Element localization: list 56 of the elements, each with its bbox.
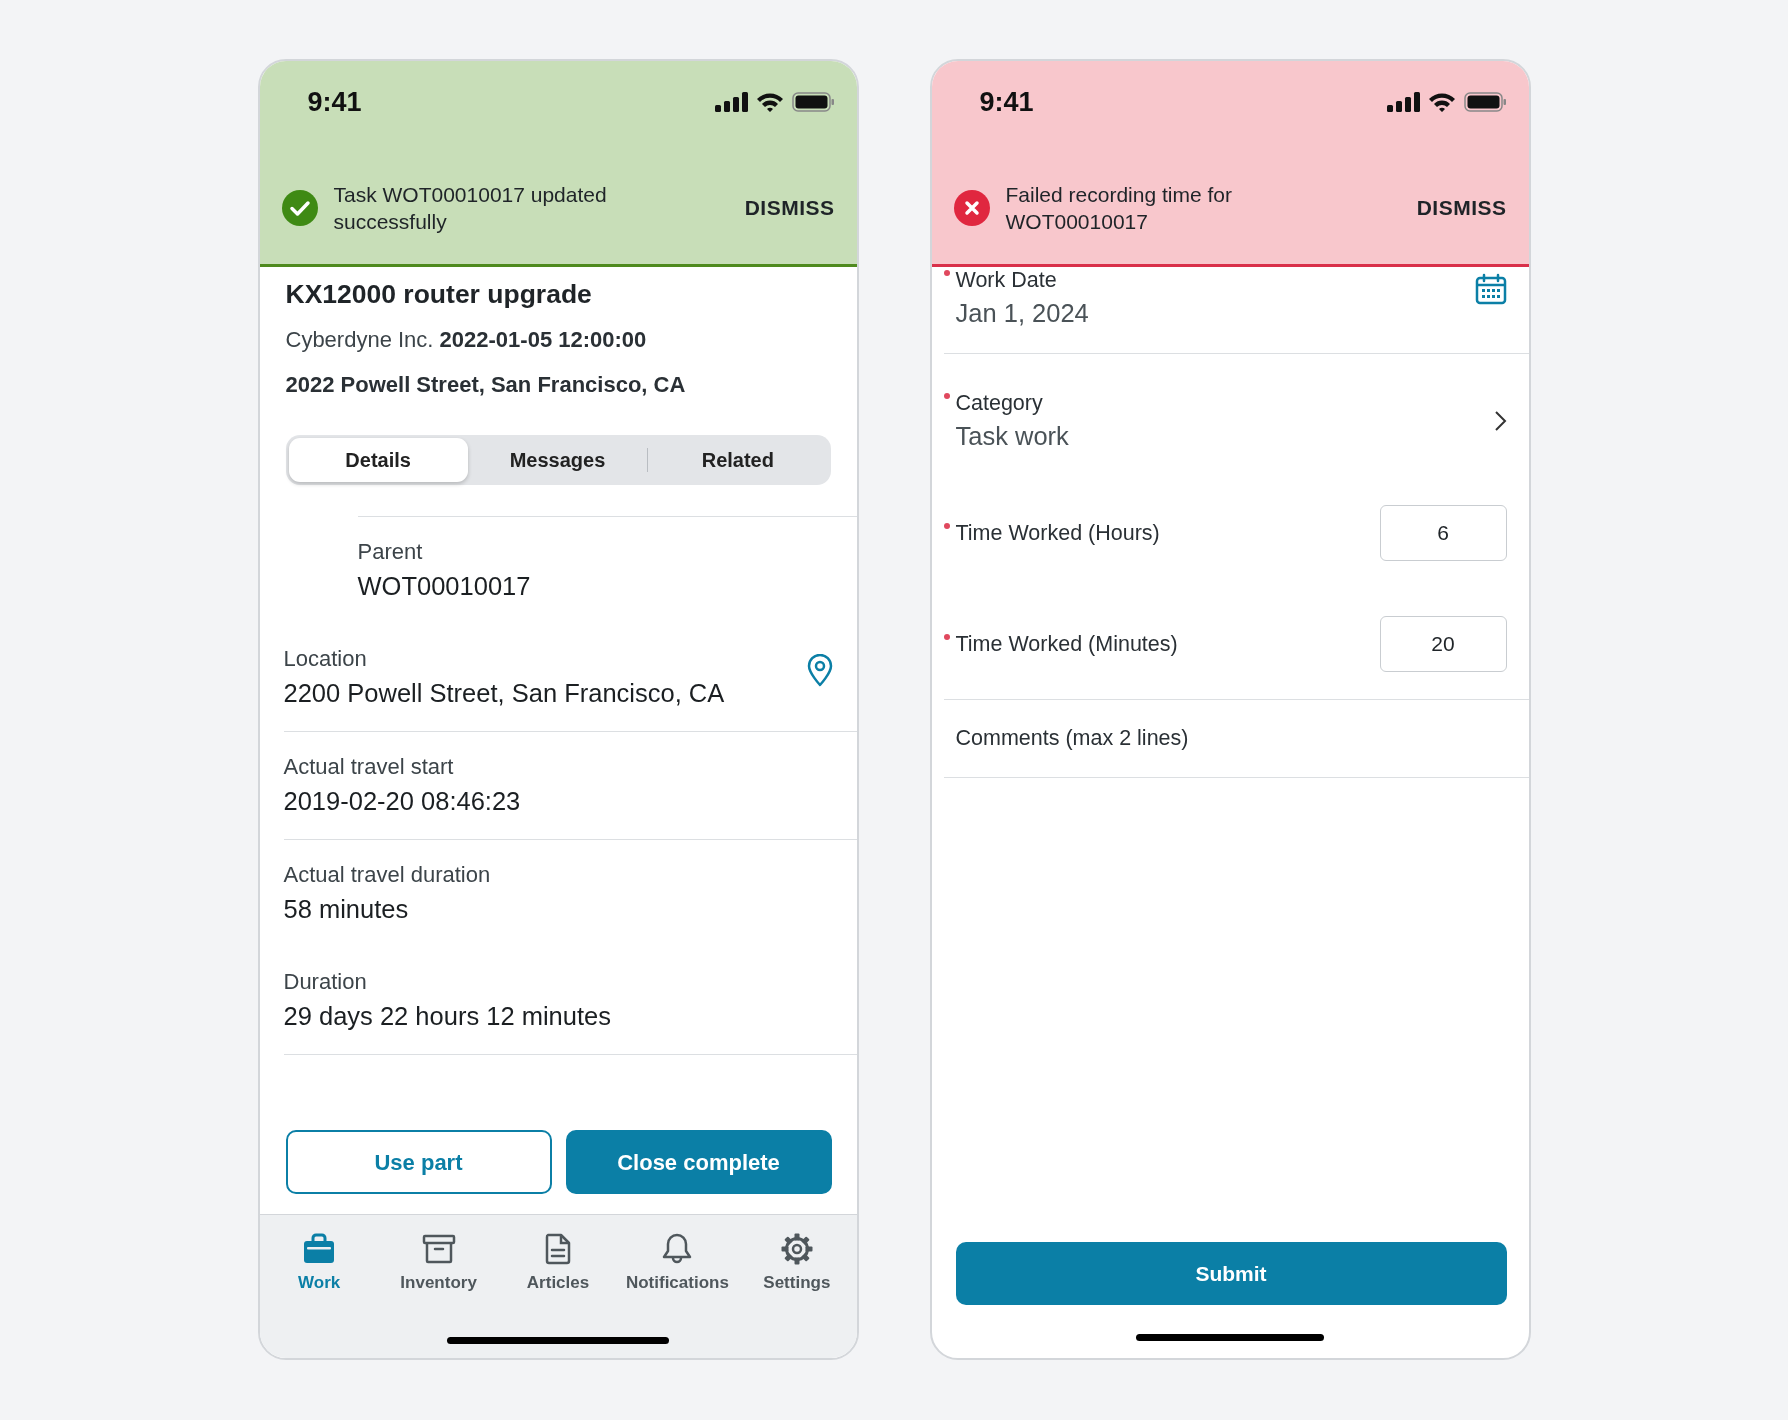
required-dot (943, 270, 950, 276)
number-field[interactable]: 20 (1379, 616, 1507, 672)
segment-tab[interactable]: Messages (467, 438, 648, 482)
signal-icon (714, 92, 748, 112)
close-complete-button[interactable]: Close complete (565, 1130, 832, 1194)
dismiss-button[interactable]: DISMISS (1416, 192, 1507, 224)
status-time: 9:41 (979, 85, 1034, 119)
field-value: 2019-02-20 08:46:23 (283, 786, 522, 817)
calendar-icon[interactable] (1474, 273, 1507, 305)
required-dot (943, 634, 950, 640)
nav-tab[interactable]: Notifications (617, 1215, 738, 1296)
field-label: Duration (283, 968, 368, 996)
dismiss-button[interactable]: DISMISS (744, 192, 835, 224)
nav-tab[interactable]: Inventory (378, 1215, 499, 1296)
task-address: 2022 Powell Street, San Francisco, CA (285, 371, 687, 399)
status-time: 9:41 (307, 85, 362, 119)
chevron-right-icon[interactable] (1493, 410, 1507, 432)
briefcase-icon (302, 1232, 337, 1266)
wifi-icon (1427, 91, 1456, 113)
nav-tab[interactable]: Articles (498, 1215, 618, 1296)
field-value: Task work (955, 421, 1070, 452)
check-circle-icon (281, 190, 318, 226)
account-date-text: Cyberdyne Inc. 2022-01-05 12:00:00 (285, 326, 648, 354)
signal-icon (1386, 92, 1420, 112)
field-label: Parent (357, 538, 424, 566)
field-value: Jan 1, 2024 (955, 298, 1090, 329)
field-label: Location (283, 645, 368, 673)
task-title: KX12000 router upgrade (285, 279, 593, 309)
segment-tab[interactable]: Related (648, 438, 828, 482)
wifi-icon (755, 91, 784, 113)
field-label: Category (955, 390, 1494, 416)
field-value: 2200 Powell Street, San Francisco, CA (283, 678, 726, 709)
battery-icon (1463, 92, 1507, 112)
field-value: WOT00010017 (357, 571, 532, 602)
field-label: Work Date (955, 267, 1475, 293)
field-value: 29 days 22 hours 12 minutes (283, 1001, 612, 1032)
field-label: Actual travel duration (283, 861, 492, 889)
toast-message: Task WOT00010017 updated successfully (333, 182, 608, 235)
number-field[interactable]: 6 (1379, 505, 1507, 561)
field-label: Time Worked (Minutes) (955, 631, 1178, 657)
settings-icon (779, 1232, 814, 1266)
archive-box-icon (421, 1232, 456, 1266)
submit-button[interactable]: Submit (955, 1242, 1507, 1305)
use-part-button[interactable]: Use part (285, 1130, 552, 1194)
nav-tab[interactable]: Work (259, 1215, 379, 1296)
battery-icon (791, 92, 835, 112)
field-value: 58 minutes (283, 894, 410, 925)
map-pin-icon[interactable] (806, 654, 833, 687)
required-dot (943, 393, 950, 399)
field-label: Time Worked (Hours) (955, 520, 1160, 546)
segment-tab[interactable]: Details (288, 438, 468, 482)
error-circle-icon (953, 190, 990, 226)
toast-message: Failed recording time for WOT00010017 (1005, 182, 1233, 235)
required-dot (943, 523, 950, 529)
field-label: Actual travel start (283, 753, 455, 781)
nav-tab[interactable]: Settings (737, 1215, 857, 1296)
